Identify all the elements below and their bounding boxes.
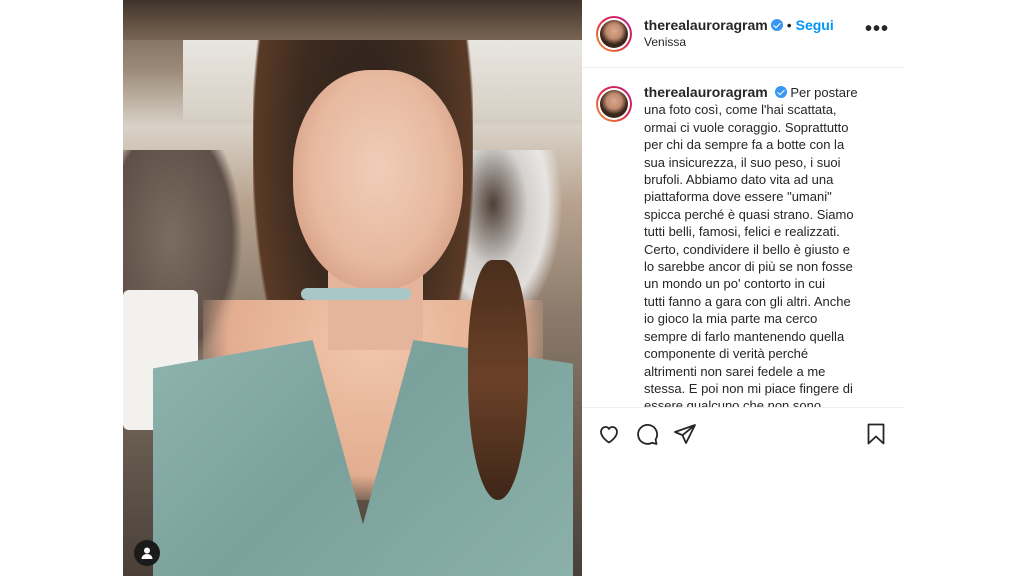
follow-button[interactable]: Segui <box>796 17 834 33</box>
separator-dot: • <box>786 16 792 33</box>
caption-username[interactable]: therealauroragram <box>644 84 768 100</box>
verified-badge-icon <box>774 86 787 98</box>
comment-button[interactable] <box>634 421 660 447</box>
save-button[interactable] <box>863 421 889 447</box>
share-icon <box>674 423 696 444</box>
location-link[interactable]: Venissa <box>644 34 834 51</box>
share-button[interactable] <box>672 421 698 447</box>
post-photo[interactable] <box>123 0 582 576</box>
comments-section[interactable]: therealauroragram Per postare una foto c… <box>582 68 903 407</box>
verified-badge-icon <box>770 18 783 31</box>
user-tag-icon <box>141 547 153 559</box>
user-tag-button[interactable] <box>134 540 160 566</box>
photo-bg-roof <box>123 0 582 40</box>
caption: therealauroragram Per postare una foto c… <box>644 84 858 407</box>
photo-ponytail <box>468 260 528 500</box>
photo-choker <box>301 288 411 300</box>
avatar[interactable] <box>596 15 632 52</box>
like-button[interactable] <box>596 421 622 447</box>
post-sidebar: therealauroragram • Segui Venissa ••• ther… <box>582 0 903 576</box>
caption-avatar[interactable] <box>596 86 632 122</box>
caption-text: Per postare una foto così, come l'hai sc… <box>644 85 858 407</box>
comment-icon <box>637 423 658 445</box>
username-link[interactable]: therealauroragram <box>644 17 768 33</box>
photo-face <box>293 70 463 290</box>
sidebar-footer-space <box>582 459 903 576</box>
action-bar <box>582 407 903 459</box>
header-text: therealauroragram • Segui Venissa <box>644 17 834 51</box>
more-options-icon[interactable]: ••• <box>865 19 889 39</box>
heart-icon <box>600 425 618 443</box>
instagram-post: therealauroragram • Segui Venissa ••• ther… <box>123 0 903 576</box>
bookmark-icon <box>867 423 885 444</box>
post-header: therealauroragram • Segui Venissa ••• <box>582 0 903 68</box>
